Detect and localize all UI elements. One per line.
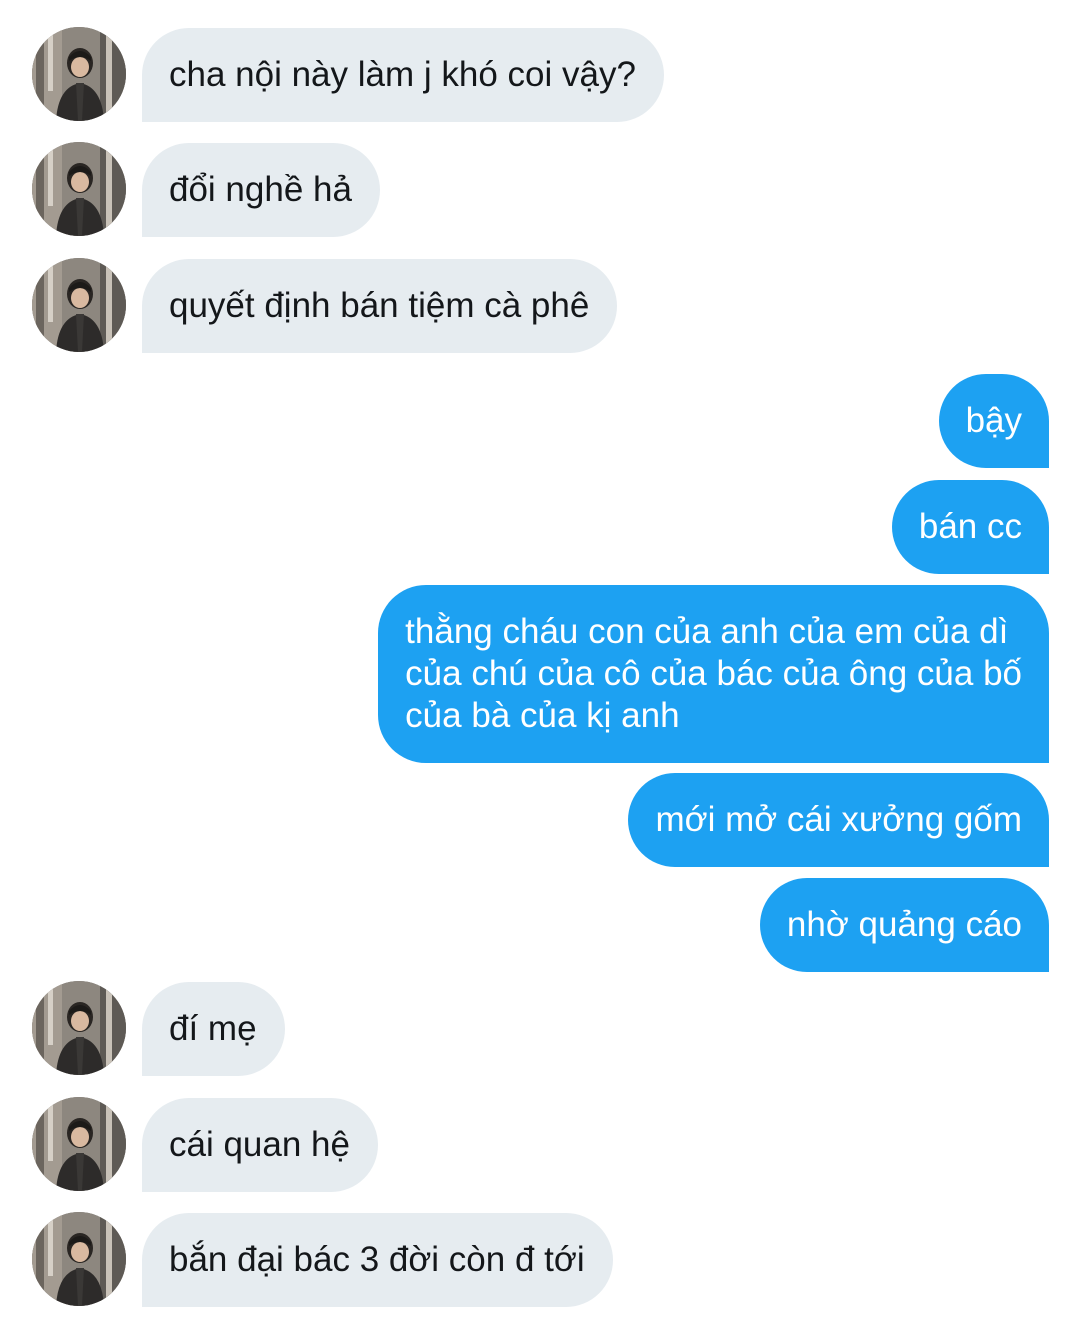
incoming-message-bubble[interactable]: cha nội này làm j khó coi vậy? (142, 28, 664, 122)
contact-avatar-photo-icon (32, 258, 126, 352)
contact-avatar-photo-icon (32, 981, 126, 1075)
contact-avatar[interactable] (32, 142, 126, 236)
incoming-message-bubble[interactable]: cái quan hệ (142, 1098, 378, 1192)
contact-avatar-photo-icon (32, 142, 126, 236)
contact-avatar-photo-icon (32, 1097, 126, 1191)
outgoing-message-bubble[interactable]: nhờ quảng cáo (759, 878, 1049, 972)
contact-avatar[interactable] (32, 981, 126, 1075)
incoming-message-bubble[interactable]: quyết định bán tiệm cà phê (142, 259, 618, 353)
contact-avatar[interactable] (32, 27, 126, 121)
incoming-message-bubble[interactable]: bắn đại bác 3 đời còn đ tới (142, 1213, 613, 1307)
contact-avatar[interactable] (32, 258, 126, 352)
contact-avatar[interactable] (32, 1212, 126, 1306)
outgoing-message-bubble[interactable]: mới mở cái xưởng gốm (628, 773, 1049, 867)
incoming-message-bubble[interactable]: đổi nghề hả (142, 143, 380, 237)
outgoing-message-bubble[interactable]: bán cc (891, 480, 1049, 574)
incoming-message-bubble[interactable]: đí mẹ (142, 982, 285, 1076)
contact-avatar[interactable] (32, 1097, 126, 1191)
outgoing-message-bubble[interactable]: bậy (938, 374, 1049, 468)
contact-avatar-photo-icon (32, 27, 126, 121)
outgoing-message-bubble[interactable]: thằng cháu con của anh của em của dì của… (378, 585, 1049, 763)
contact-avatar-photo-icon (32, 1212, 126, 1306)
